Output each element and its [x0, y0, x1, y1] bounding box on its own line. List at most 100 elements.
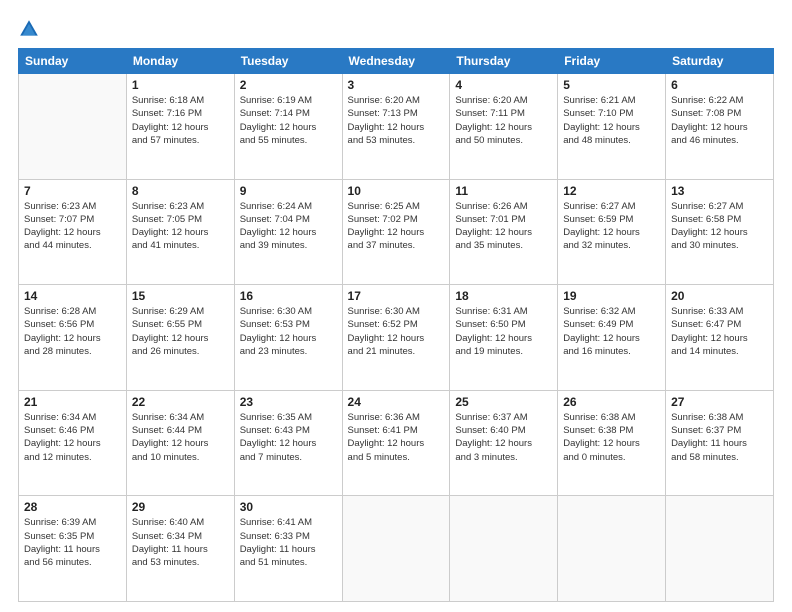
calendar-table: SundayMondayTuesdayWednesdayThursdayFrid… [18, 48, 774, 602]
day-info: Sunrise: 6:40 AM Sunset: 6:34 PM Dayligh… [132, 516, 229, 569]
week-row-5: 28 Sunrise: 6:39 AM Sunset: 6:35 PM Dayli… [19, 496, 774, 602]
day-number: 6 [671, 78, 768, 92]
header-day-saturday: Saturday [666, 49, 774, 74]
day-number: 23 [240, 395, 337, 409]
calendar-cell: 22 Sunrise: 6:34 AM Sunset: 6:44 PM Dayli… [126, 390, 234, 496]
day-info: Sunrise: 6:20 AM Sunset: 7:11 PM Dayligh… [455, 94, 552, 147]
day-info: Sunrise: 6:30 AM Sunset: 6:53 PM Dayligh… [240, 305, 337, 358]
day-info: Sunrise: 6:19 AM Sunset: 7:14 PM Dayligh… [240, 94, 337, 147]
header-day-friday: Friday [558, 49, 666, 74]
calendar-cell [342, 496, 450, 602]
calendar-cell [666, 496, 774, 602]
calendar-cell: 13 Sunrise: 6:27 AM Sunset: 6:58 PM Dayli… [666, 179, 774, 285]
day-number: 20 [671, 289, 768, 303]
day-number: 15 [132, 289, 229, 303]
day-info: Sunrise: 6:23 AM Sunset: 7:07 PM Dayligh… [24, 200, 121, 253]
day-info: Sunrise: 6:28 AM Sunset: 6:56 PM Dayligh… [24, 305, 121, 358]
day-info: Sunrise: 6:37 AM Sunset: 6:40 PM Dayligh… [455, 411, 552, 464]
day-info: Sunrise: 6:39 AM Sunset: 6:35 PM Dayligh… [24, 516, 121, 569]
day-info: Sunrise: 6:38 AM Sunset: 6:38 PM Dayligh… [563, 411, 660, 464]
day-info: Sunrise: 6:27 AM Sunset: 6:59 PM Dayligh… [563, 200, 660, 253]
day-info: Sunrise: 6:23 AM Sunset: 7:05 PM Dayligh… [132, 200, 229, 253]
logo-icon [18, 18, 40, 40]
calendar-cell: 21 Sunrise: 6:34 AM Sunset: 6:46 PM Dayli… [19, 390, 127, 496]
calendar-cell: 16 Sunrise: 6:30 AM Sunset: 6:53 PM Dayli… [234, 285, 342, 391]
calendar-cell [19, 74, 127, 180]
day-number: 19 [563, 289, 660, 303]
calendar-header: SundayMondayTuesdayWednesdayThursdayFrid… [19, 49, 774, 74]
day-number: 12 [563, 184, 660, 198]
day-number: 18 [455, 289, 552, 303]
day-info: Sunrise: 6:20 AM Sunset: 7:13 PM Dayligh… [348, 94, 445, 147]
header [18, 18, 774, 40]
day-info: Sunrise: 6:27 AM Sunset: 6:58 PM Dayligh… [671, 200, 768, 253]
day-info: Sunrise: 6:33 AM Sunset: 6:47 PM Dayligh… [671, 305, 768, 358]
day-info: Sunrise: 6:35 AM Sunset: 6:43 PM Dayligh… [240, 411, 337, 464]
day-info: Sunrise: 6:29 AM Sunset: 6:55 PM Dayligh… [132, 305, 229, 358]
day-number: 7 [24, 184, 121, 198]
page: SundayMondayTuesdayWednesdayThursdayFrid… [0, 0, 792, 612]
day-info: Sunrise: 6:31 AM Sunset: 6:50 PM Dayligh… [455, 305, 552, 358]
day-number: 16 [240, 289, 337, 303]
header-day-wednesday: Wednesday [342, 49, 450, 74]
day-info: Sunrise: 6:26 AM Sunset: 7:01 PM Dayligh… [455, 200, 552, 253]
day-info: Sunrise: 6:34 AM Sunset: 6:44 PM Dayligh… [132, 411, 229, 464]
calendar-cell: 5 Sunrise: 6:21 AM Sunset: 7:10 PM Daylig… [558, 74, 666, 180]
day-number: 11 [455, 184, 552, 198]
day-number: 29 [132, 500, 229, 514]
day-number: 22 [132, 395, 229, 409]
day-number: 5 [563, 78, 660, 92]
week-row-3: 14 Sunrise: 6:28 AM Sunset: 6:56 PM Dayli… [19, 285, 774, 391]
calendar-cell: 15 Sunrise: 6:29 AM Sunset: 6:55 PM Dayli… [126, 285, 234, 391]
day-number: 10 [348, 184, 445, 198]
calendar-cell: 12 Sunrise: 6:27 AM Sunset: 6:59 PM Dayli… [558, 179, 666, 285]
day-number: 25 [455, 395, 552, 409]
calendar-cell: 23 Sunrise: 6:35 AM Sunset: 6:43 PM Dayli… [234, 390, 342, 496]
calendar-cell: 25 Sunrise: 6:37 AM Sunset: 6:40 PM Dayli… [450, 390, 558, 496]
calendar-cell: 7 Sunrise: 6:23 AM Sunset: 7:07 PM Daylig… [19, 179, 127, 285]
calendar-cell: 1Sunrise: 6:18 AM Sunset: 7:16 PM Daylig… [126, 74, 234, 180]
header-row: SundayMondayTuesdayWednesdayThursdayFrid… [19, 49, 774, 74]
day-info: Sunrise: 6:38 AM Sunset: 6:37 PM Dayligh… [671, 411, 768, 464]
day-number: 21 [24, 395, 121, 409]
calendar-cell: 14 Sunrise: 6:28 AM Sunset: 6:56 PM Dayli… [19, 285, 127, 391]
day-info: Sunrise: 6:36 AM Sunset: 6:41 PM Dayligh… [348, 411, 445, 464]
day-number: 8 [132, 184, 229, 198]
calendar-cell: 2 Sunrise: 6:19 AM Sunset: 7:14 PM Daylig… [234, 74, 342, 180]
day-number: 13 [671, 184, 768, 198]
calendar-cell: 27Sunrise: 6:38 AM Sunset: 6:37 PM Dayli… [666, 390, 774, 496]
calendar-cell: 8 Sunrise: 6:23 AM Sunset: 7:05 PM Daylig… [126, 179, 234, 285]
day-number: 28 [24, 500, 121, 514]
logo [18, 18, 44, 40]
header-day-monday: Monday [126, 49, 234, 74]
day-number: 3 [348, 78, 445, 92]
calendar-cell: 19 Sunrise: 6:32 AM Sunset: 6:49 PM Dayli… [558, 285, 666, 391]
day-info: Sunrise: 6:32 AM Sunset: 6:49 PM Dayligh… [563, 305, 660, 358]
calendar-cell: 10Sunrise: 6:25 AM Sunset: 7:02 PM Dayli… [342, 179, 450, 285]
day-number: 9 [240, 184, 337, 198]
day-info: Sunrise: 6:41 AM Sunset: 6:33 PM Dayligh… [240, 516, 337, 569]
header-day-tuesday: Tuesday [234, 49, 342, 74]
day-info: Sunrise: 6:24 AM Sunset: 7:04 PM Dayligh… [240, 200, 337, 253]
day-info: Sunrise: 6:21 AM Sunset: 7:10 PM Dayligh… [563, 94, 660, 147]
header-day-thursday: Thursday [450, 49, 558, 74]
week-row-1: 1Sunrise: 6:18 AM Sunset: 7:16 PM Daylig… [19, 74, 774, 180]
day-info: Sunrise: 6:22 AM Sunset: 7:08 PM Dayligh… [671, 94, 768, 147]
day-info: Sunrise: 6:18 AM Sunset: 7:16 PM Dayligh… [132, 94, 229, 147]
day-info: Sunrise: 6:30 AM Sunset: 6:52 PM Dayligh… [348, 305, 445, 358]
calendar-cell: 20 Sunrise: 6:33 AM Sunset: 6:47 PM Dayli… [666, 285, 774, 391]
day-info: Sunrise: 6:34 AM Sunset: 6:46 PM Dayligh… [24, 411, 121, 464]
calendar-cell [558, 496, 666, 602]
day-number: 26 [563, 395, 660, 409]
calendar-cell: 6 Sunrise: 6:22 AM Sunset: 7:08 PM Daylig… [666, 74, 774, 180]
day-number: 14 [24, 289, 121, 303]
header-day-sunday: Sunday [19, 49, 127, 74]
calendar-cell: 11 Sunrise: 6:26 AM Sunset: 7:01 PM Dayli… [450, 179, 558, 285]
week-row-2: 7 Sunrise: 6:23 AM Sunset: 7:07 PM Daylig… [19, 179, 774, 285]
calendar-cell: 3 Sunrise: 6:20 AM Sunset: 7:13 PM Daylig… [342, 74, 450, 180]
day-number: 2 [240, 78, 337, 92]
calendar-cell: 17Sunrise: 6:30 AM Sunset: 6:52 PM Dayli… [342, 285, 450, 391]
day-number: 24 [348, 395, 445, 409]
calendar-cell: 9 Sunrise: 6:24 AM Sunset: 7:04 PM Daylig… [234, 179, 342, 285]
calendar-cell: 28 Sunrise: 6:39 AM Sunset: 6:35 PM Dayli… [19, 496, 127, 602]
